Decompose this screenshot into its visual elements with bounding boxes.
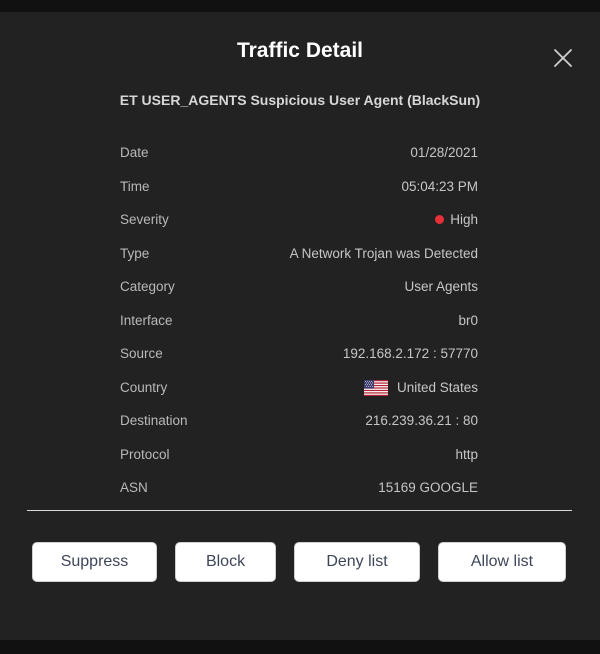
detail-row-severity: Severity High	[120, 204, 478, 238]
severity-text: High	[450, 212, 478, 227]
detail-label: Date	[120, 145, 149, 160]
detail-value: User Agents	[404, 279, 478, 294]
detail-row-country: Country United States	[120, 372, 478, 406]
suppress-button[interactable]: Suppress	[32, 542, 157, 582]
detail-value: 15169 GOOGLE	[378, 480, 478, 495]
detail-label: Category	[120, 279, 175, 294]
detail-value: United States	[363, 379, 478, 396]
close-icon	[554, 49, 572, 67]
detail-row-destination: Destination 216.239.36.21 : 80	[120, 405, 478, 439]
detail-row-time: Time 05:04:23 PM	[120, 171, 478, 205]
detail-label: Destination	[120, 413, 188, 428]
detail-row-protocol: Protocol http	[120, 439, 478, 473]
detail-value: 216.239.36.21 : 80	[365, 413, 478, 428]
traffic-detail-modal: Traffic Detail ET USER_AGENTS Suspicious…	[0, 12, 600, 640]
detail-value: br0	[458, 312, 478, 328]
detail-row-category: Category User Agents	[120, 271, 478, 305]
country-name: United States	[396, 380, 478, 395]
detail-value: 01/28/2021	[410, 145, 478, 160]
deny-list-button[interactable]: Deny list	[294, 542, 420, 582]
block-button[interactable]: Block	[175, 542, 276, 582]
detail-row-date: Date 01/28/2021	[120, 137, 478, 171]
allow-list-button[interactable]: Allow list	[438, 542, 566, 582]
divider	[27, 510, 572, 511]
detail-label: ASN	[120, 480, 148, 495]
detail-row-asn: ASN 15169 GOOGLE	[120, 472, 478, 506]
detail-row-type: Type A Network Trojan was Detected	[120, 238, 478, 272]
alert-signature: ET USER_AGENTS Suspicious User Agent (Bl…	[119, 92, 481, 108]
detail-label: Type	[120, 245, 150, 261]
detail-label: Time	[120, 178, 150, 194]
severity-indicator-icon	[435, 215, 445, 224]
detail-label: Interface	[120, 312, 173, 328]
detail-value: http	[455, 446, 478, 462]
detail-label: Country	[120, 379, 168, 395]
detail-value: 05:04:23 PM	[401, 178, 478, 194]
detail-label: Source	[120, 346, 163, 361]
detail-row-source: Source 192.168.2.172 : 57770	[120, 338, 478, 372]
detail-value: A Network Trojan was Detected	[289, 245, 478, 261]
us-flag-icon	[363, 379, 388, 396]
detail-row-interface: Interface br0	[120, 305, 478, 339]
modal-title: Traffic Detail	[236, 39, 364, 62]
detail-list: Date 01/28/2021 Time 05:04:23 PM Severit…	[120, 137, 478, 506]
detail-value: High	[435, 212, 478, 227]
detail-label: Protocol	[120, 446, 170, 462]
detail-label: Severity	[120, 212, 169, 227]
close-button[interactable]	[551, 46, 575, 70]
detail-value: 192.168.2.172 : 57770	[342, 346, 478, 361]
